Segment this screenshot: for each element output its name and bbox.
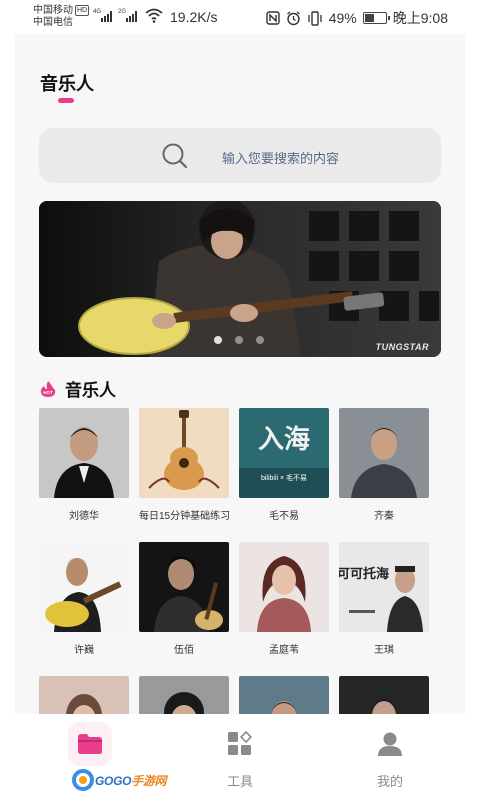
artist-thumb (339, 408, 429, 498)
album-title: 入海 (258, 425, 310, 455)
banner-watermark: TUNGSTAR (375, 342, 429, 352)
artist-card[interactable]: 孟庭苇 (239, 542, 329, 656)
section-title: 音乐人 (65, 381, 116, 400)
artist-thumb (39, 676, 129, 714)
carousel-dots (214, 336, 264, 344)
signal-icon-2: 2G (118, 7, 142, 23)
artist-name: 齐秦 (374, 511, 394, 522)
album-subtitle: bilibili × 毛不易 (261, 473, 307, 482)
folder-icon (78, 734, 102, 754)
carrier-2: 中国电信 (33, 17, 73, 28)
net-speed: 19.2K/s (170, 9, 218, 25)
album-title: 可可托海 (339, 566, 389, 582)
carousel-dot[interactable] (235, 336, 243, 344)
search-icon (162, 143, 188, 169)
artist-name: 刘德华 (69, 511, 99, 522)
wifi-icon (144, 7, 164, 23)
artist-card[interactable] (139, 676, 229, 714)
gogo-logo: GOGO手游网 (72, 768, 167, 792)
alarm-icon (286, 10, 300, 25)
artist-name: 孟庭苇 (269, 645, 299, 656)
tab-tools[interactable]: 工具 (190, 714, 290, 800)
logo-text-1: GOGO (95, 773, 132, 788)
person-icon (378, 732, 402, 756)
artist-name: 许巍 (74, 645, 94, 656)
artist-name: 毛不易 (269, 511, 299, 522)
hot-badge-text: HOT (43, 390, 53, 395)
artist-name: 王琪 (374, 645, 394, 656)
network-type-2: 2G (118, 9, 126, 15)
status-right: 49% 晚上9:08 (266, 8, 448, 28)
tab-icon-wrap (227, 730, 253, 762)
carrier-1: 中国移动 (33, 5, 73, 16)
tab-label: 我的 (376, 774, 403, 789)
artist-card[interactable]: 刘德华 (39, 408, 129, 522)
gogo-logo-icon (72, 769, 94, 791)
page-content: 音乐人 输入您要搜索的内容 TUNGSTAR HOT 音乐人 刘德华 每日15分… (15, 34, 465, 714)
hot-flame-icon: HOT (40, 380, 56, 397)
clock: 晚上9:08 (392, 10, 448, 26)
signal-icon-1: 4G (93, 7, 117, 23)
banner-image (39, 201, 441, 357)
artist-card[interactable] (339, 676, 429, 714)
carousel-dot[interactable] (256, 336, 264, 344)
battery-fill (364, 14, 374, 22)
artist-thumb (139, 408, 229, 498)
vibrate-icon (308, 10, 322, 26)
logo-text-2: 手游网 (131, 773, 167, 788)
search-placeholder: 输入您要搜索的内容 (222, 151, 340, 166)
hd-badge: HD (75, 5, 90, 16)
artist-card[interactable] (39, 676, 129, 714)
artist-thumb: 可可托海 (339, 542, 429, 632)
gogo-logo-text: GOGO手游网 (95, 772, 167, 789)
battery-icon (362, 12, 390, 24)
artist-card[interactable]: 可可托海 王琪 (339, 542, 429, 656)
banner-carousel[interactable]: TUNGSTAR (39, 201, 441, 357)
artist-card[interactable]: 每日15分钟基础练习 (139, 408, 231, 522)
artist-thumb (39, 408, 129, 498)
artist-card[interactable] (239, 676, 329, 714)
status-bar: 中国移动 HD 中国电信 4G 2G 19.2K/s 49% 晚上9:08 (0, 0, 480, 34)
artist-name: 伍佰 (174, 645, 194, 656)
page-title: 音乐人 (40, 74, 94, 94)
tab-icon-wrap (68, 722, 112, 766)
artist-thumb (39, 542, 129, 632)
artist-thumb (239, 542, 329, 632)
battery-percent: 49% (328, 10, 357, 26)
tab-label: 工具 (226, 774, 253, 789)
artist-card[interactable]: 许巍 (39, 542, 129, 656)
artist-thumb (339, 676, 429, 714)
nfc-icon (266, 11, 280, 25)
network-type-1: 4G (93, 9, 101, 15)
artist-thumb (239, 676, 329, 714)
carousel-dot[interactable] (214, 336, 222, 344)
carrier-info: 中国移动 HD 中国电信 (33, 5, 90, 29)
tab-mine[interactable]: 我的 (340, 714, 440, 800)
artist-thumb (139, 676, 229, 714)
search-bar[interactable]: 输入您要搜索的内容 (39, 128, 441, 183)
artist-card[interactable]: 入海 bilibili × 毛不易 毛不易 (239, 408, 329, 522)
title-underline (58, 98, 74, 103)
grid-icon (228, 730, 253, 755)
artist-thumb: 入海 bilibili × 毛不易 (239, 408, 329, 498)
artist-card[interactable]: 伍佰 (139, 542, 229, 656)
artist-card[interactable]: 齐秦 (339, 408, 429, 522)
section-header: HOT 音乐人 (39, 376, 116, 401)
artist-thumb (139, 542, 229, 632)
artist-name: 每日15分钟基础练习 (139, 511, 231, 522)
tab-active-bg (68, 722, 112, 766)
tab-icon-wrap (377, 731, 403, 762)
